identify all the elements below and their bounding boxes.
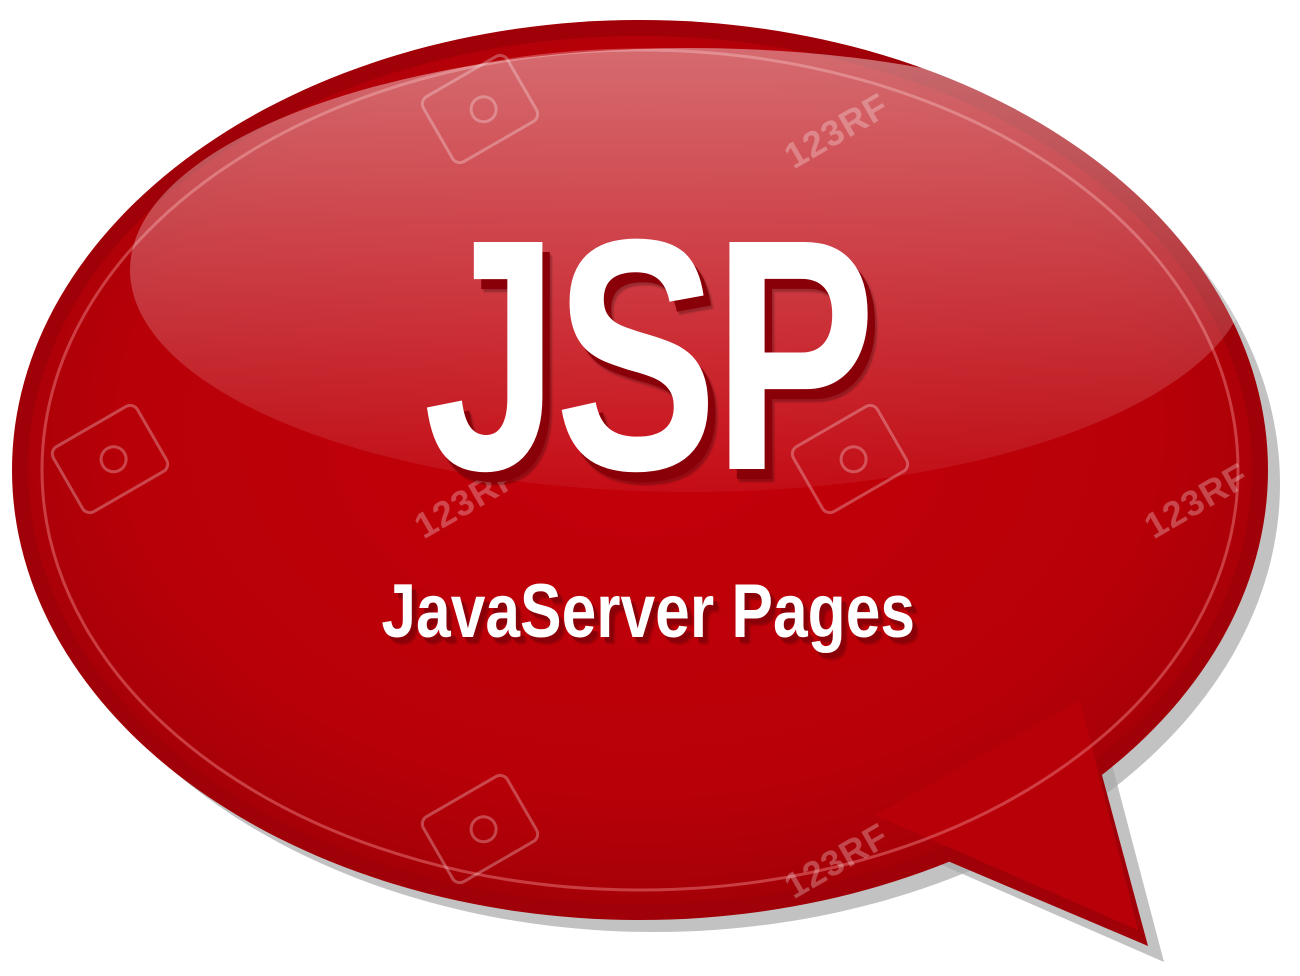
acronym-headline: JSP: [423, 170, 876, 539]
canvas: 123RF 123RF 123RF 123RF 123RF 123RF JSP …: [0, 0, 1300, 976]
acronym-expansion: JavaServer Pages: [381, 569, 916, 654]
